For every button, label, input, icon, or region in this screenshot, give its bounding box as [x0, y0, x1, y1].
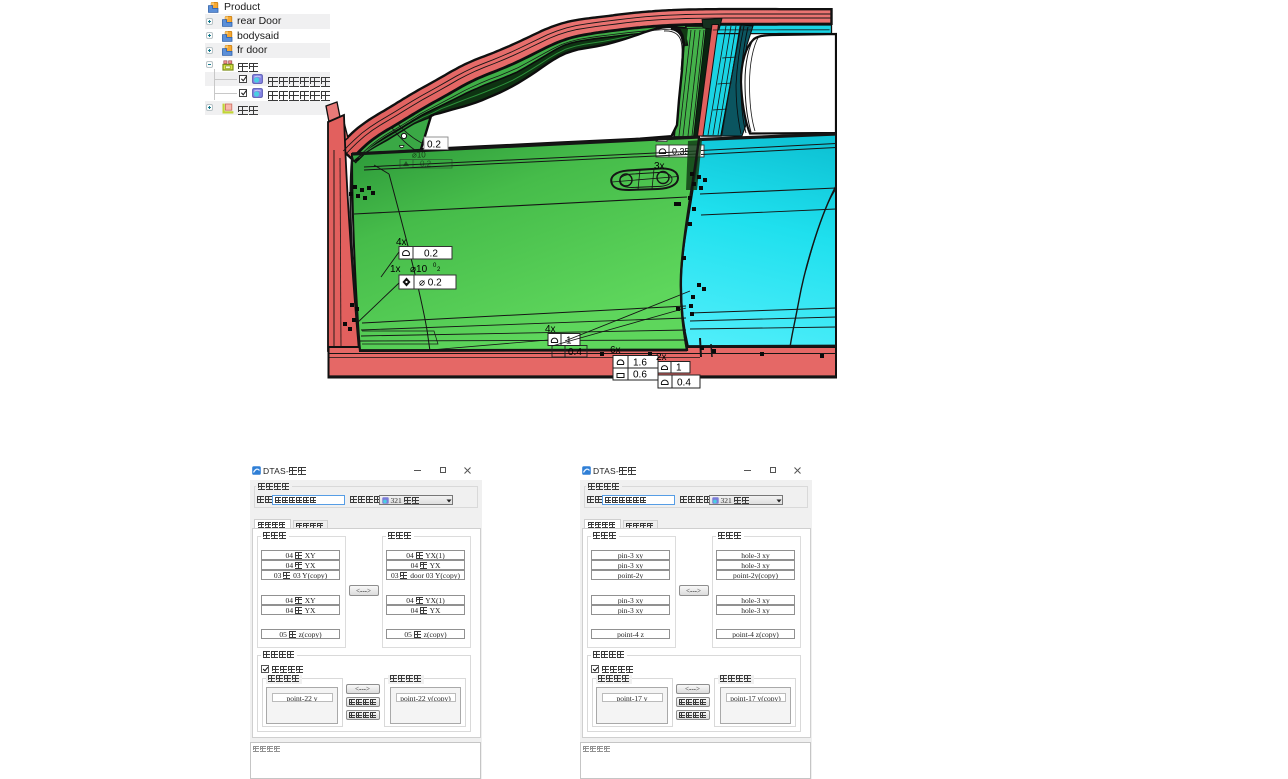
svg-text:0.2: 0.2 — [427, 140, 441, 151]
svg-text:1x: 1x — [390, 264, 401, 275]
svg-text:0.2: 0.2 — [420, 160, 432, 169]
svg-text:6x: 6x — [610, 345, 621, 356]
svg-text:1.6: 1.6 — [633, 358, 647, 369]
svg-text:⌀ 0.2: ⌀ 0.2 — [419, 278, 442, 289]
svg-text:3x: 3x — [654, 161, 665, 172]
svg-text:⌀10: ⌀10 — [412, 151, 426, 160]
svg-text:0.4: 0.4 — [677, 378, 691, 389]
svg-text:⌀10: ⌀10 — [410, 264, 428, 275]
svg-text:0.2: 0.2 — [424, 249, 438, 260]
svg-text:0.4: 0.4 — [568, 347, 582, 358]
svg-text:0.6: 0.6 — [633, 370, 647, 381]
svg-text:1: 1 — [676, 363, 682, 374]
